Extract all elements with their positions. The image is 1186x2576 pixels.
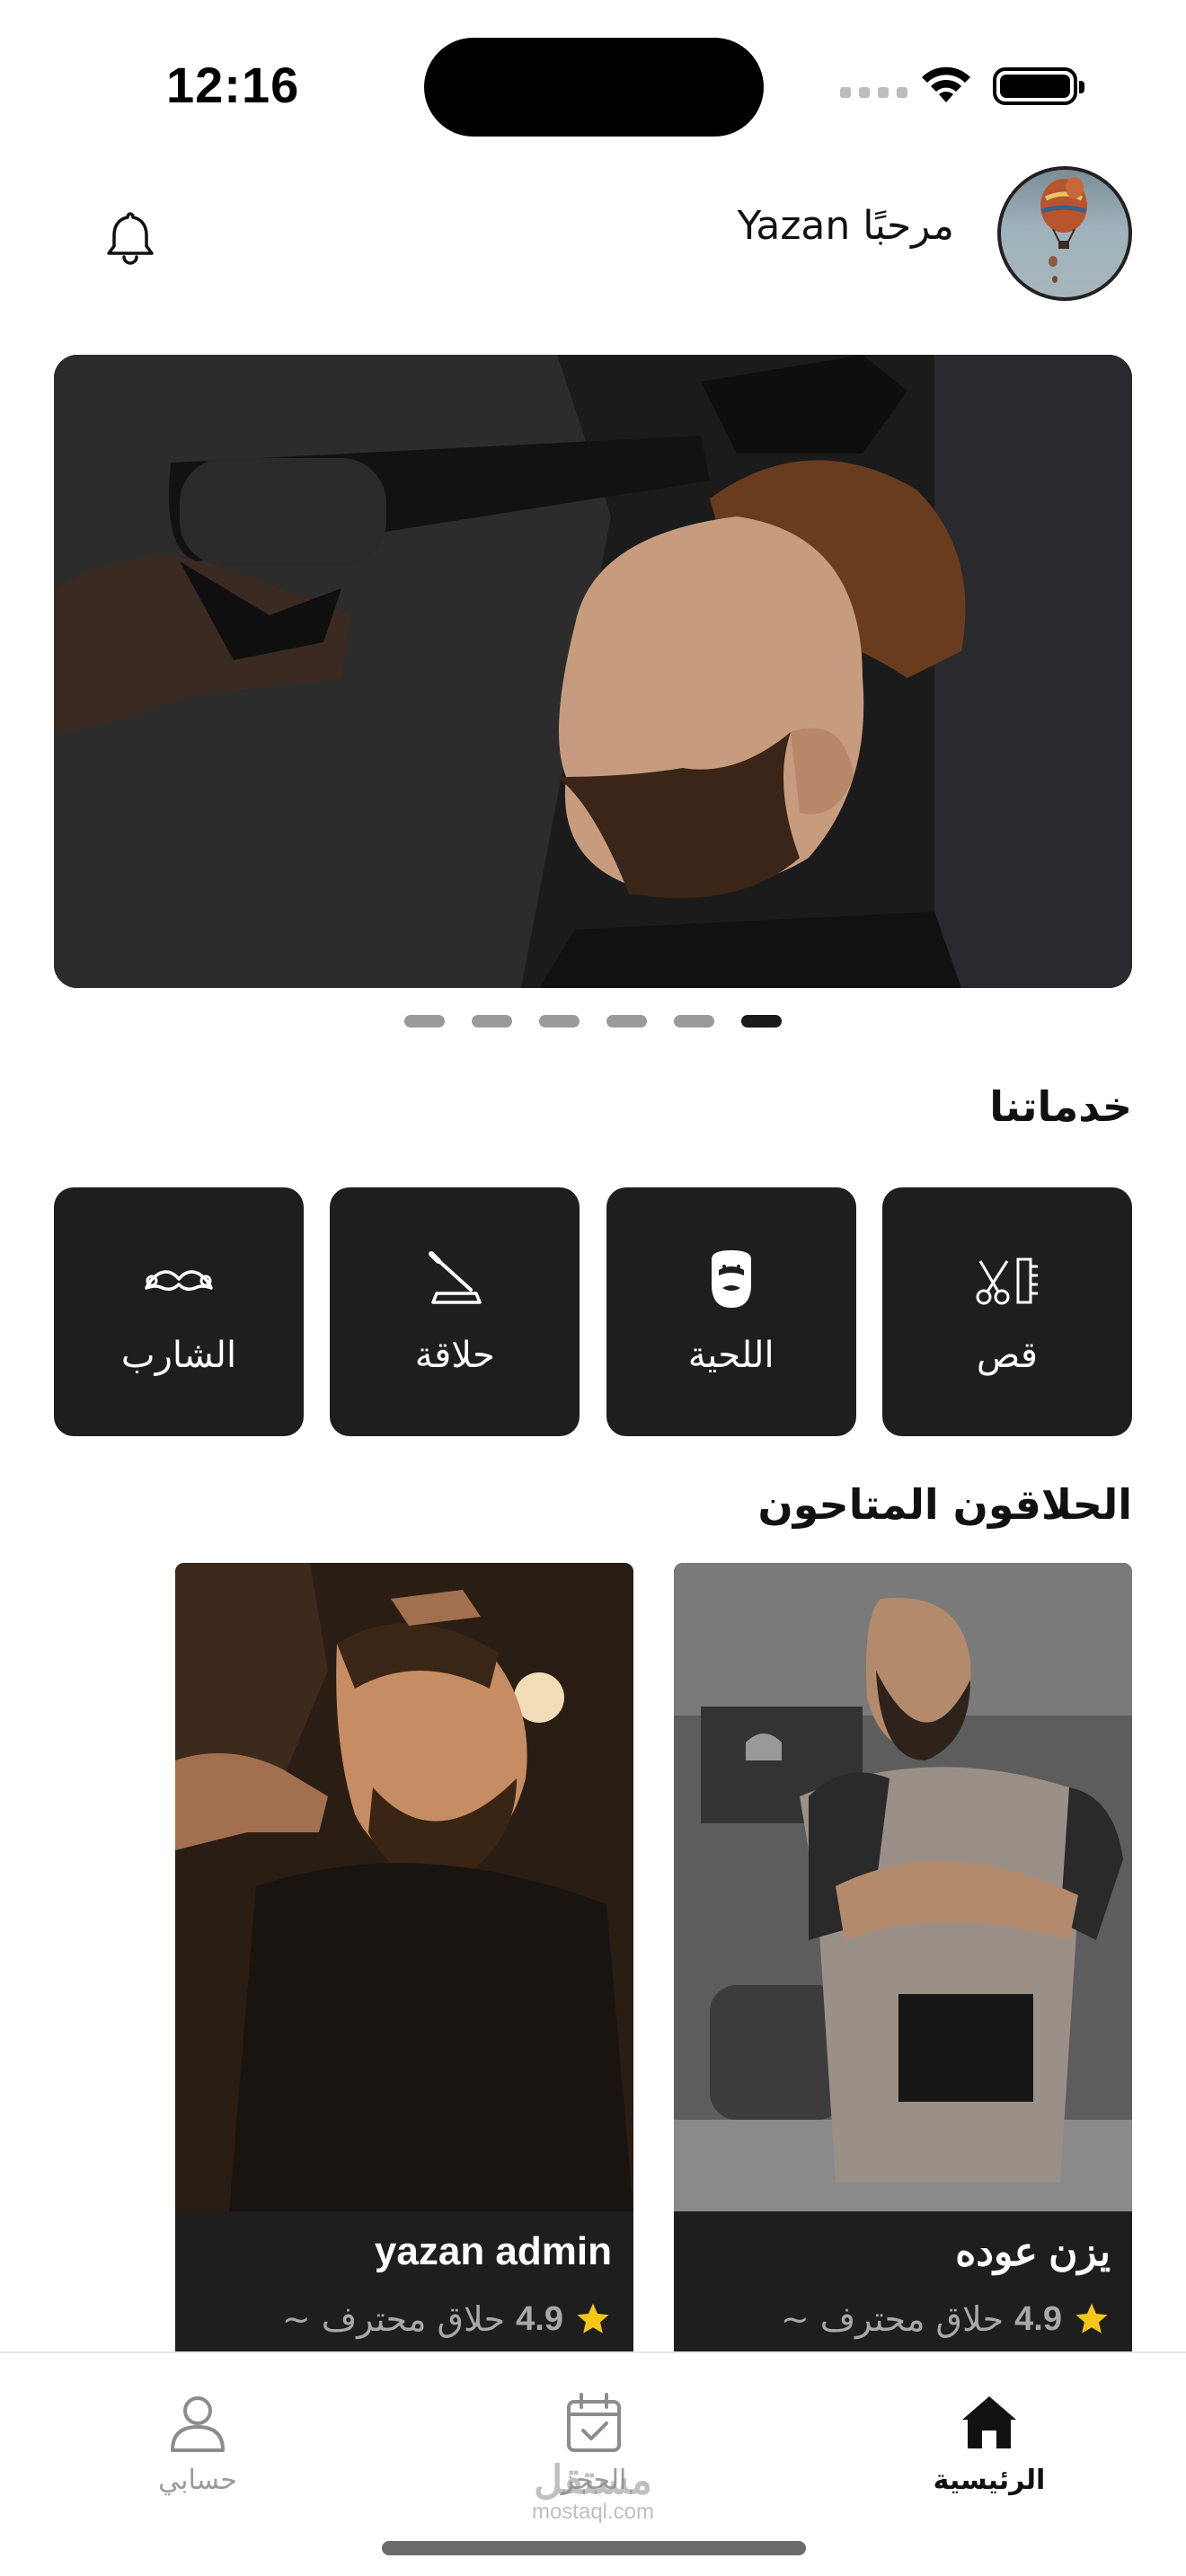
bell-icon[interactable] [101,208,160,268]
barber-role: ~ حلاق محترف [281,2299,506,2339]
barber-rating: 4.9 [1014,2299,1062,2338]
nav-account[interactable]: حسابي [108,2391,288,2496]
barbers-title: الحلاقون المتاحون [757,1480,1132,1529]
battery-icon [993,67,1084,105]
carousel-dot[interactable] [674,1015,714,1028]
barber-name: yazan admin [374,2229,612,2273]
barber-meta: ~ حلاق محترف 4.9 [781,2299,1111,2339]
beard-icon [711,1249,751,1308]
watermark-arabic: مستقل [534,2458,652,2502]
services-title: خدماتنا [989,1082,1132,1131]
banner-image-barber-drying-hair [54,355,1132,988]
carousel-indicator[interactable] [404,1015,782,1028]
carousel-dot[interactable] [472,1015,512,1028]
razor-icon [429,1250,482,1304]
dynamic-island [424,38,764,137]
mustache-icon [145,1269,213,1291]
carousel-dot[interactable] [404,1015,445,1028]
barber-rating: 4.9 [516,2299,563,2338]
greeting-text: مرحبًا Yazan [737,203,954,249]
service-label: قص [976,1334,1039,1376]
star-icon [1075,2303,1108,2333]
barber-photo [175,1563,633,2211]
nav-label: حسابي [158,2465,237,2496]
service-haircut[interactable]: قص [881,1187,1132,1436]
watermark: مستقل mostaql.com [503,2461,683,2524]
barber-name: يزن عوده [955,2230,1111,2274]
carousel-dot[interactable] [539,1015,580,1028]
nav-label: الرئيسية [933,2465,1046,2496]
user-icon [171,2396,225,2452]
barber-role: ~ حلاق محترف [780,2299,1005,2339]
service-label: اللحية [687,1334,774,1376]
carousel-dot-active[interactable] [741,1015,782,1028]
home-indicator[interactable] [382,2541,806,2555]
barber-card[interactable]: yazan admin ~ حلاق محترف 4.9 [175,1563,633,2353]
service-mustache[interactable]: الشارب [54,1187,304,1436]
status-time: 12:16 [166,57,300,113]
wifi-icon [922,66,970,102]
scissors-comb-icon [976,1257,1038,1304]
home-icon [962,2396,1016,2448]
service-label: الشارب [120,1334,237,1376]
barber-meta: ~ حلاق محترف 4.9 [282,2299,612,2339]
watermark-latin: mostaql.com [531,2500,655,2524]
star-icon [577,2303,609,2333]
status-bar: 12:16 [0,0,1186,153]
service-label: حلاقة [414,1334,495,1376]
cellular-signal-icon [840,87,907,98]
nav-home[interactable]: الرئيسية [899,2391,1079,2496]
barber-photo-image [175,1563,633,2211]
service-shave[interactable]: حلاقة [330,1187,580,1436]
carousel-dot[interactable] [606,1015,647,1028]
services-list: قص اللحية حلاقة الشارب [54,1187,1132,1436]
barber-photo-image [674,1563,1132,2211]
service-beard[interactable]: اللحية [606,1187,856,1436]
barber-card[interactable]: يزن عوده ~ حلاق محترف 4.9 [674,1563,1132,2353]
calendar-check-icon [567,2393,621,2452]
hot-air-balloon-avatar [1040,177,1087,283]
promo-banner[interactable] [54,355,1132,988]
barber-photo [674,1563,1132,2211]
barbers-list: يزن عوده ~ حلاق محترف 4.9 yazan admin ~ … [175,1563,1132,2353]
avatar[interactable] [997,166,1132,301]
